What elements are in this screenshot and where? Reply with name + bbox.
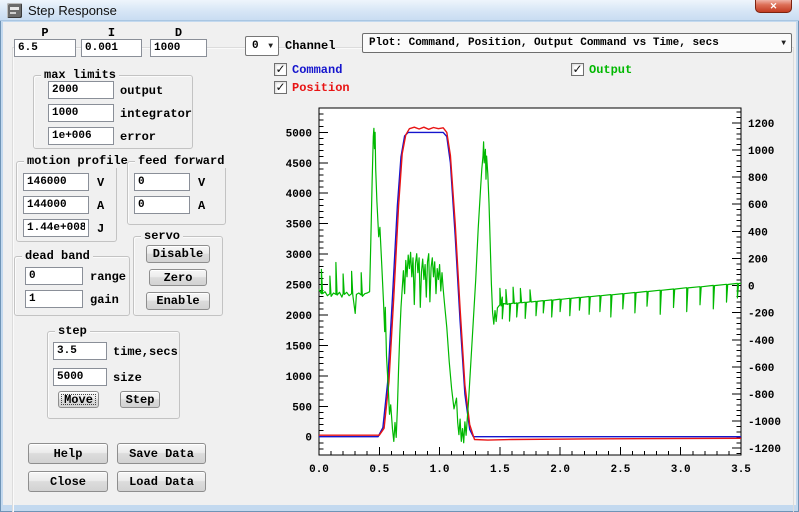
d-label: D (150, 26, 207, 40)
ff-velocity-input[interactable] (134, 173, 190, 191)
p-input[interactable] (14, 39, 76, 57)
ff-acceleration-input[interactable] (134, 196, 190, 214)
output-limit-label: output (120, 84, 163, 98)
svg-text:800: 800 (748, 173, 768, 185)
step-response-plot: 0.00.51.01.52.02.53.03.50500100015002000… (255, 100, 799, 480)
position-label: Position (292, 81, 350, 95)
step-response-window: { "window": { "title": "Step Response", … (0, 0, 799, 512)
error-limit-label: error (120, 130, 156, 144)
deadband-gain-input[interactable] (25, 290, 83, 308)
deadband-range-input[interactable] (25, 267, 83, 285)
deadband-range-label: range (90, 270, 126, 284)
svg-text:500: 500 (292, 402, 312, 414)
acceleration-label: A (97, 199, 104, 213)
title-bar: Step Response (0, 0, 799, 21)
output-checkbox[interactable] (571, 63, 584, 76)
ff-velocity-label: V (198, 176, 205, 190)
svg-text:4000: 4000 (286, 189, 312, 201)
svg-text:2.0: 2.0 (550, 464, 570, 476)
channel-value: 0 (252, 40, 259, 52)
app-icon[interactable] (7, 3, 22, 18)
velocity-label: V (97, 176, 104, 190)
chevron-down-icon: ▼ (268, 42, 273, 51)
svg-text:2000: 2000 (286, 311, 312, 323)
svg-text:-400: -400 (748, 336, 774, 348)
svg-text:-1200: -1200 (748, 444, 781, 456)
ff-acceleration-label: A (198, 199, 205, 213)
i-input[interactable] (81, 39, 142, 57)
zero-button[interactable]: Zero (149, 269, 207, 286)
svg-text:3.5: 3.5 (731, 464, 751, 476)
svg-text:4500: 4500 (286, 159, 312, 171)
chevron-down-icon: ▼ (781, 39, 786, 48)
close-app-button[interactable]: Close (28, 471, 108, 492)
enable-button[interactable]: Enable (146, 292, 210, 310)
plot-select-value: Plot: Command, Position, Output Command … (369, 37, 719, 49)
svg-text:-800: -800 (748, 390, 774, 402)
deadband-gain-label: gain (90, 293, 119, 307)
output-label: Output (589, 63, 632, 77)
step-time-label: time,secs (113, 345, 178, 359)
svg-text:400: 400 (748, 227, 768, 239)
channel-select[interactable]: 0 ▼ (245, 36, 279, 56)
svg-text:0: 0 (305, 433, 312, 445)
svg-text:3500: 3500 (286, 220, 312, 232)
error-limit-input[interactable] (48, 127, 114, 145)
command-checkbox[interactable] (274, 63, 287, 76)
channel-label: Channel (285, 39, 335, 53)
svg-text:0: 0 (748, 282, 755, 294)
svg-text:1.0: 1.0 (430, 464, 450, 476)
group-step-title: step (55, 324, 90, 338)
jerk-label: J (97, 222, 104, 236)
svg-text:1.5: 1.5 (490, 464, 510, 476)
group-feed-forward-title: feed forward (135, 154, 227, 168)
window-title: Step Response (28, 3, 117, 18)
output-limit-input[interactable] (48, 81, 114, 99)
move-button[interactable]: Move (58, 391, 99, 408)
step-size-input[interactable] (53, 368, 107, 386)
svg-text:5000: 5000 (286, 128, 312, 140)
step-button[interactable]: Step (120, 391, 160, 408)
svg-text:3000: 3000 (286, 250, 312, 262)
close-icon[interactable]: ✕ (755, 0, 792, 13)
d-input[interactable] (150, 39, 207, 57)
velocity-input[interactable] (23, 173, 89, 191)
group-dead-band-title: dead band (22, 249, 93, 263)
svg-text:0.5: 0.5 (369, 464, 389, 476)
step-time-input[interactable] (53, 342, 107, 360)
i-label: I (81, 26, 142, 40)
svg-text:2.5: 2.5 (611, 464, 631, 476)
svg-text:600: 600 (748, 200, 768, 212)
svg-text:-600: -600 (748, 363, 774, 375)
step-size-label: size (113, 371, 142, 385)
load-data-button[interactable]: Load Data (117, 471, 206, 492)
group-servo-title: servo (141, 229, 183, 243)
svg-text:1200: 1200 (748, 119, 774, 131)
svg-text:3.0: 3.0 (671, 464, 691, 476)
group-max-limits-title: max limits (41, 68, 119, 82)
save-data-button[interactable]: Save Data (117, 443, 206, 464)
acceleration-input[interactable] (23, 196, 89, 214)
svg-text:200: 200 (748, 254, 768, 266)
jerk-input[interactable] (23, 219, 89, 237)
p-label: P (14, 26, 76, 40)
svg-text:0.0: 0.0 (309, 464, 329, 476)
svg-text:1000: 1000 (286, 372, 312, 384)
help-button[interactable]: Help (28, 443, 108, 464)
integrator-limit-label: integrator (120, 107, 192, 121)
svg-text:1000: 1000 (748, 146, 774, 158)
position-checkbox[interactable] (274, 81, 287, 94)
plot-select[interactable]: Plot: Command, Position, Output Command … (362, 33, 792, 53)
svg-text:1500: 1500 (286, 341, 312, 353)
integrator-limit-input[interactable] (48, 104, 114, 122)
svg-text:-1000: -1000 (748, 417, 781, 429)
disable-button[interactable]: Disable (146, 245, 210, 263)
svg-text:-200: -200 (748, 309, 774, 321)
command-label: Command (292, 63, 342, 77)
svg-text:2500: 2500 (286, 281, 312, 293)
group-feed-forward: feed forward (127, 161, 226, 225)
group-motion-profile-title: motion profile (24, 154, 131, 168)
